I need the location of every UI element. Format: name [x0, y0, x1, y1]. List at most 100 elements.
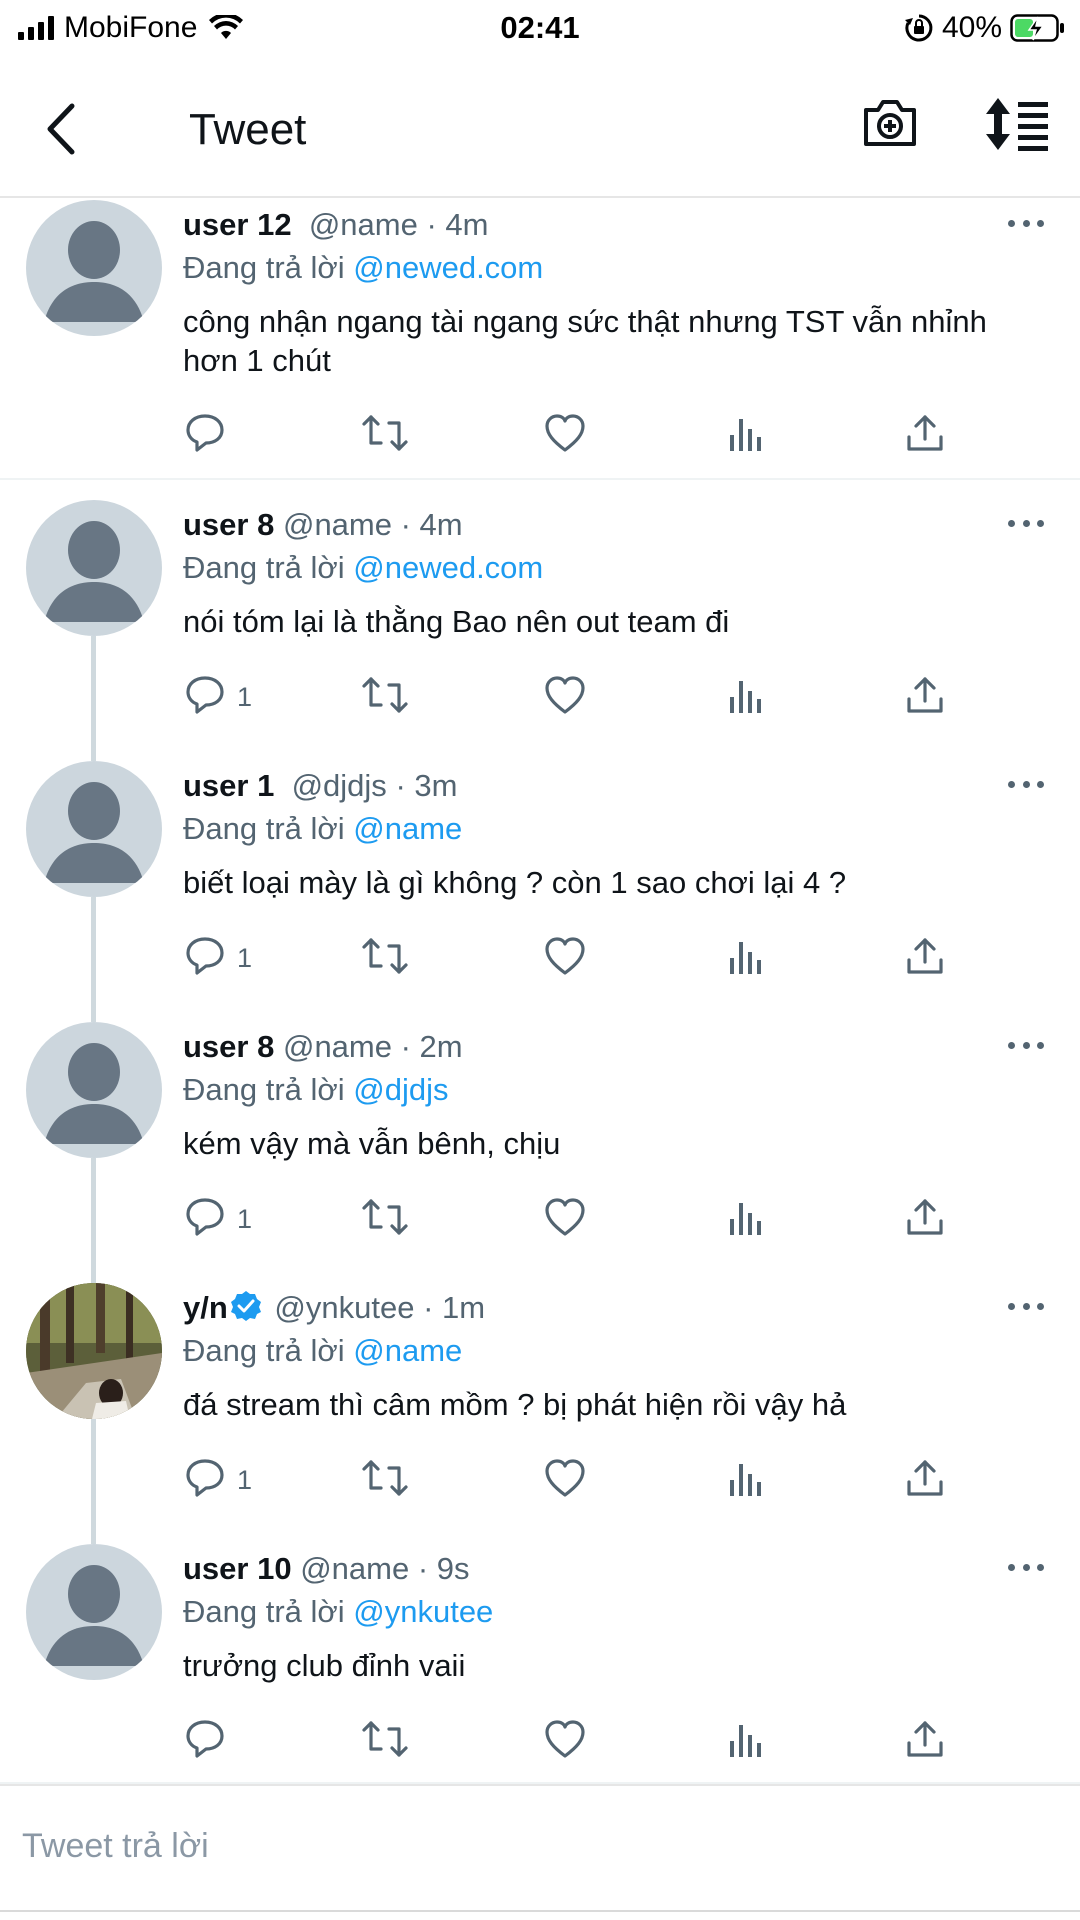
reply-composer [0, 1784, 1080, 1920]
tweet-actions: 1 [183, 1194, 943, 1244]
display-name[interactable]: user 1 [183, 768, 274, 803]
tweet[interactable]: user 12 @name · 4m Đang trả lời @newed.c… [0, 200, 1080, 478]
analytics-icon [726, 673, 766, 722]
more-options-button[interactable] [1008, 781, 1044, 791]
analytics-icon [726, 934, 766, 983]
analytics-button[interactable] [726, 1716, 766, 1766]
tweet-text: kém vậy mà vẫn bênh, chịu [183, 1126, 561, 1161]
analytics-button[interactable] [726, 1455, 766, 1505]
mention-link[interactable]: @djdjs [353, 1072, 448, 1107]
avatar-photo[interactable] [26, 1283, 162, 1419]
mention-link[interactable]: @newed.com [353, 250, 543, 285]
retweet-button[interactable] [361, 1455, 409, 1505]
back-button[interactable] [30, 94, 90, 164]
display-name[interactable]: user 10 [183, 1551, 292, 1586]
avatar[interactable] [26, 200, 162, 336]
reply-count: 1 [237, 1464, 253, 1495]
mention-link[interactable]: @name [353, 811, 462, 846]
handle[interactable]: @ynkutee [274, 1290, 414, 1325]
replying-to: Đang trả lời @name [183, 1330, 462, 1372]
analytics-button[interactable] [726, 410, 766, 460]
share-button[interactable] [903, 410, 947, 460]
like-button[interactable] [543, 672, 587, 722]
reply-button[interactable] [183, 1716, 237, 1766]
mention-link[interactable]: @name [353, 1333, 462, 1368]
more-options-button[interactable] [1008, 1042, 1044, 1052]
more-options-button[interactable] [1008, 520, 1044, 530]
display-name[interactable]: y/n [183, 1290, 228, 1325]
avatar[interactable] [26, 761, 162, 897]
analytics-icon [726, 1456, 766, 1505]
like-button[interactable] [543, 933, 587, 983]
replying-to: Đang trả lời @newed.com [183, 547, 543, 589]
handle[interactable]: @name [309, 207, 418, 242]
like-button[interactable] [543, 1716, 587, 1766]
share-icon [903, 1717, 947, 1766]
more-options-button[interactable] [1008, 1303, 1044, 1313]
avatar[interactable] [26, 500, 162, 636]
analytics-icon [726, 411, 766, 460]
share-button[interactable] [903, 1716, 947, 1766]
reply-input[interactable] [22, 1816, 1022, 1876]
analytics-icon [726, 1717, 766, 1766]
tweet-header: user 8 @name · 2m [183, 1026, 463, 1068]
like-button[interactable] [543, 1455, 587, 1505]
retweet-button[interactable] [361, 1194, 409, 1244]
retweet-icon [361, 1717, 409, 1766]
more-options-button[interactable] [1008, 1564, 1044, 1574]
sort-replies-button[interactable] [984, 96, 1054, 156]
analytics-button[interactable] [726, 672, 766, 722]
analytics-button[interactable] [726, 933, 766, 983]
replying-to-label: Đang trả lời [183, 1333, 345, 1368]
share-button[interactable] [903, 933, 947, 983]
tweet[interactable]: user 1 @djdjs · 3m Đang trả lời @name bi… [0, 761, 1080, 1001]
tweet-header: user 8 @name · 4m [183, 504, 463, 546]
mention-link[interactable]: @ynkutee [353, 1594, 493, 1629]
reply-button[interactable]: 1 [183, 672, 252, 722]
tweet-header: user 10 @name · 9s [183, 1548, 470, 1590]
reply-icon [183, 1195, 227, 1244]
tweet[interactable]: user 10 @name · 9s Đang trả lời @ynkutee… [0, 1544, 1080, 1784]
share-button[interactable] [903, 672, 947, 722]
tweet[interactable]: user 8 @name · 2m Đang trả lời @djdjs ké… [0, 1022, 1080, 1262]
handle[interactable]: @name [300, 1551, 409, 1586]
retweet-button[interactable] [361, 933, 409, 983]
reply-button[interactable]: 1 [183, 1194, 252, 1244]
replying-to: Đang trả lời @newed.com [183, 247, 543, 289]
handle[interactable]: @name [283, 507, 392, 542]
replying-to-label: Đang trả lời [183, 1072, 345, 1107]
camera-button[interactable] [862, 96, 922, 156]
tweet-actions [183, 1716, 943, 1766]
tweet[interactable]: user 8 @name · 4m Đang trả lời @newed.co… [0, 500, 1080, 740]
mention-link[interactable]: @newed.com [353, 550, 543, 585]
like-button[interactable] [543, 410, 587, 460]
timestamp: · 9s [417, 1551, 470, 1586]
reply-icon [183, 934, 227, 983]
share-button[interactable] [903, 1455, 947, 1505]
retweet-button[interactable] [361, 410, 409, 460]
reply-icon [183, 411, 227, 460]
heart-icon [543, 1456, 587, 1505]
display-name[interactable]: user 8 [183, 507, 274, 542]
avatar[interactable] [26, 1022, 162, 1158]
retweet-button[interactable] [361, 1716, 409, 1766]
reply-button[interactable]: 1 [183, 1455, 252, 1505]
display-name[interactable]: user 8 [183, 1029, 274, 1064]
tweet[interactable]: y/n @ynkutee · 1m Đang trả lời @name đá … [0, 1283, 1080, 1523]
like-button[interactable] [543, 1194, 587, 1244]
retweet-icon [361, 934, 409, 983]
share-icon [903, 673, 947, 722]
retweet-icon [361, 1456, 409, 1505]
handle[interactable]: @name [283, 1029, 392, 1064]
more-options-button[interactable] [1008, 220, 1044, 230]
handle[interactable]: @djdjs [292, 768, 387, 803]
retweet-button[interactable] [361, 672, 409, 722]
share-button[interactable] [903, 1194, 947, 1244]
avatar[interactable] [26, 1544, 162, 1680]
analytics-icon [726, 1195, 766, 1244]
display-name[interactable]: user 12 [183, 207, 292, 242]
analytics-button[interactable] [726, 1194, 766, 1244]
reply-button[interactable]: 1 [183, 933, 252, 983]
reply-icon [183, 1456, 227, 1505]
reply-button[interactable] [183, 410, 237, 460]
